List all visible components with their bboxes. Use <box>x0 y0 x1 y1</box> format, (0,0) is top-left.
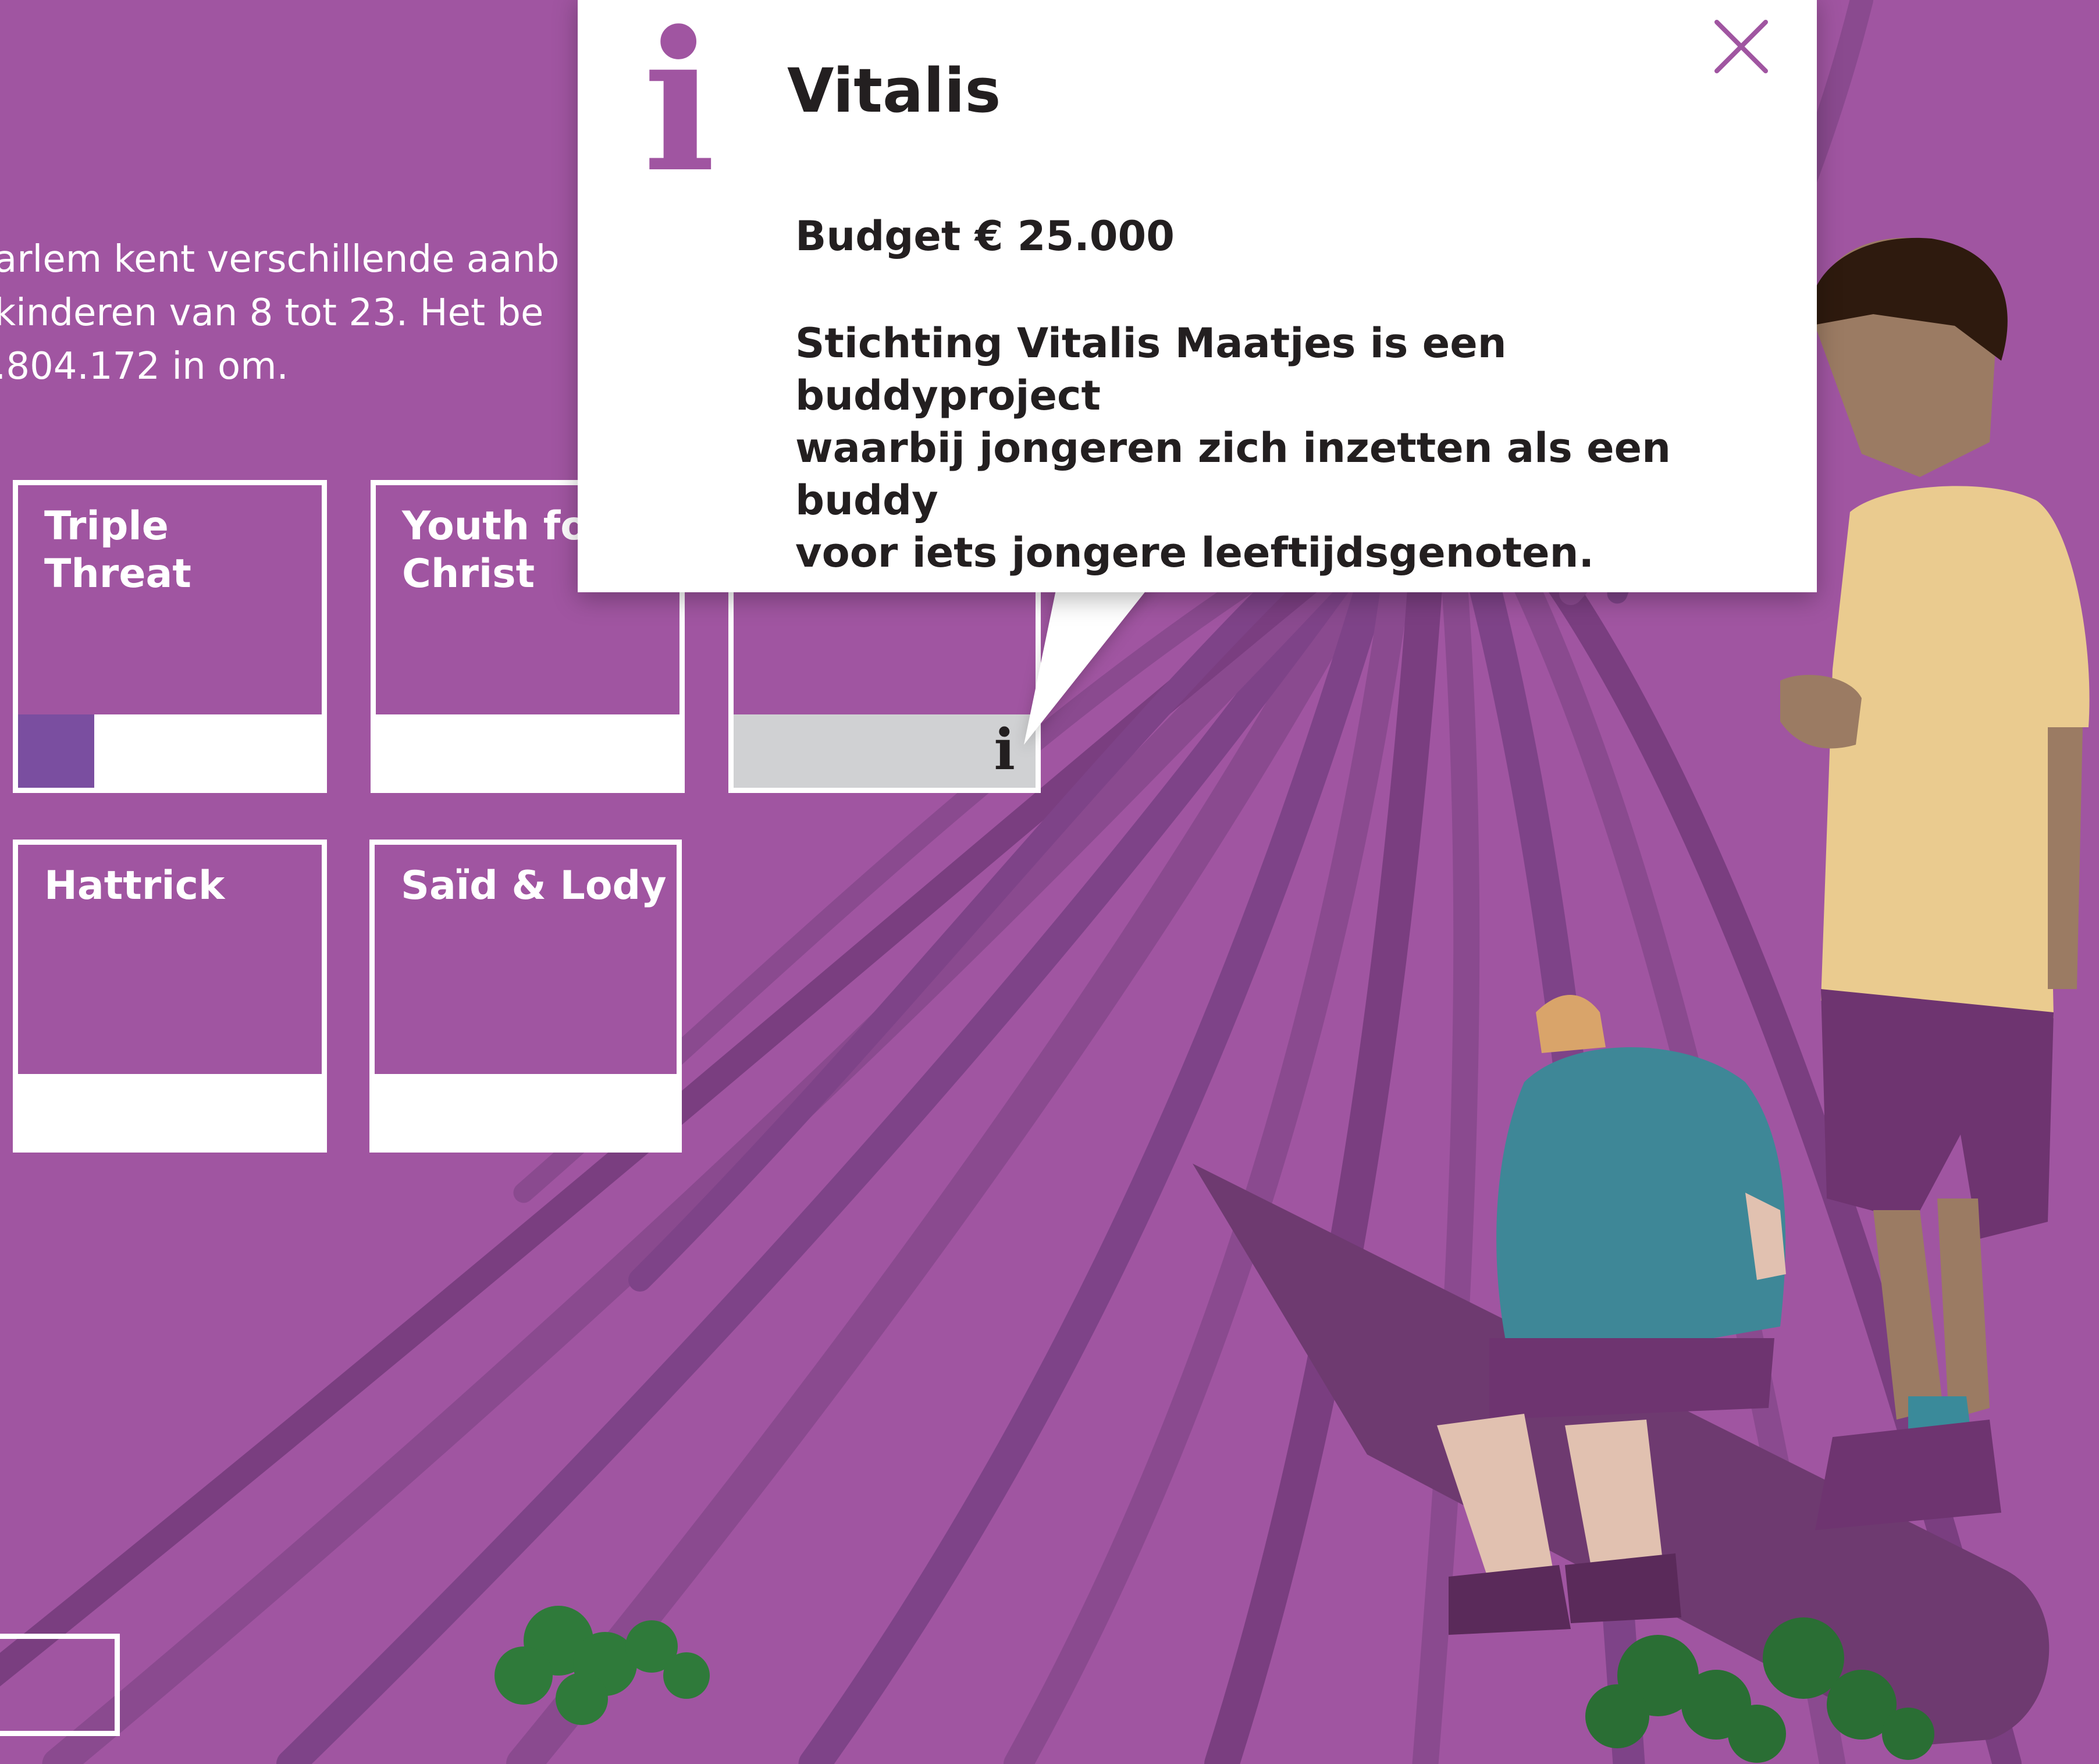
card-progress-bar <box>18 1074 322 1147</box>
project-card-hattrick[interactable]: Hattrick <box>13 840 327 1153</box>
popup-budget: Budget € 25.000 <box>795 212 1175 260</box>
card-progress-fill <box>18 714 94 788</box>
standing-child <box>1780 237 2090 1530</box>
card-progress-bar <box>375 1074 677 1147</box>
close-icon[interactable] <box>1712 17 1770 76</box>
popup-description: Stichting Vitalis Maatjes is een buddypr… <box>795 319 1671 577</box>
card-title: Saïd & Lody <box>401 863 667 909</box>
plant-left <box>494 1606 710 1725</box>
project-card-said-lody[interactable]: Saïd & Lody <box>369 840 682 1153</box>
info-icon[interactable]: i <box>994 718 1015 782</box>
card-progress-bar <box>376 714 679 788</box>
intro-line-1: arlem kent verschillende aanb <box>0 238 560 281</box>
popup-title: Vitalis <box>787 55 1001 126</box>
popup-tail <box>1024 576 1158 745</box>
info-popup: i Vitalis Budget € 25.000 Stichting Vita… <box>578 0 1817 592</box>
card-title: Hattrick <box>44 863 225 909</box>
info-icon: i <box>643 0 716 215</box>
intro-line-3: .804.172 in om. <box>0 345 289 388</box>
intro-line-2: kinderen van 8 tot 23. Het be <box>0 291 544 335</box>
card-title: Triple Threat <box>44 503 191 597</box>
intro-text: arlem kent verschillende aanb kinderen v… <box>0 233 634 393</box>
card-progress-bar <box>18 714 322 788</box>
project-card-triple-threat[interactable]: Triple Threat <box>13 480 327 793</box>
partial-card[interactable] <box>0 1634 120 1736</box>
card-progress-bar: i <box>734 714 1036 788</box>
